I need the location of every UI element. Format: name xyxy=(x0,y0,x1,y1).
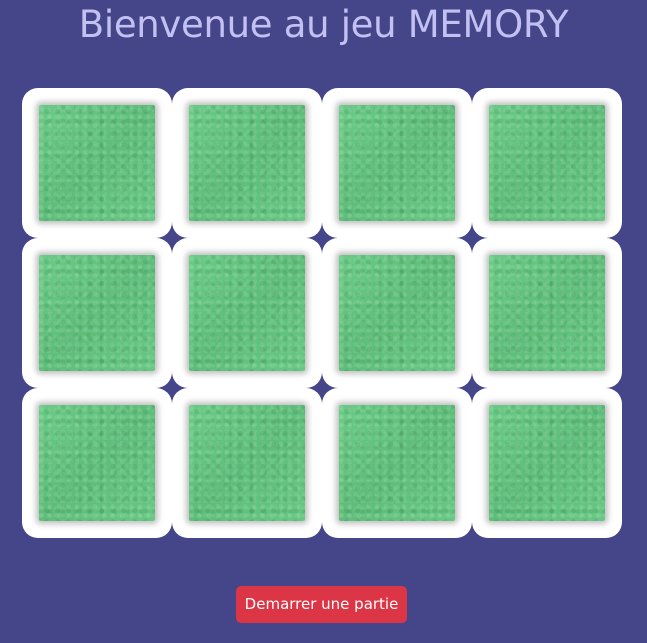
memory-card[interactable] xyxy=(22,388,172,538)
memory-card[interactable] xyxy=(22,88,172,238)
memory-card[interactable] xyxy=(322,238,472,388)
memory-card[interactable] xyxy=(472,88,622,238)
memory-card[interactable] xyxy=(322,388,472,538)
memory-card[interactable] xyxy=(172,88,322,238)
card-back xyxy=(489,255,605,371)
card-back xyxy=(189,405,305,521)
card-back xyxy=(189,255,305,371)
card-back xyxy=(489,405,605,521)
card-back xyxy=(339,105,455,221)
memory-card[interactable] xyxy=(322,88,472,238)
memory-card[interactable] xyxy=(472,238,622,388)
page-title: Bienvenue au jeu MEMORY xyxy=(78,3,569,46)
memory-card[interactable] xyxy=(172,238,322,388)
memory-card[interactable] xyxy=(472,388,622,538)
start-game-button[interactable]: Demarrer une partie xyxy=(236,586,407,623)
card-back xyxy=(39,105,155,221)
memory-card[interactable] xyxy=(172,388,322,538)
card-back xyxy=(339,405,455,521)
card-back xyxy=(189,105,305,221)
card-back xyxy=(39,405,155,521)
card-back xyxy=(339,255,455,371)
memory-card[interactable] xyxy=(22,238,172,388)
card-back xyxy=(39,255,155,371)
memory-board xyxy=(22,88,622,538)
card-back xyxy=(489,105,605,221)
